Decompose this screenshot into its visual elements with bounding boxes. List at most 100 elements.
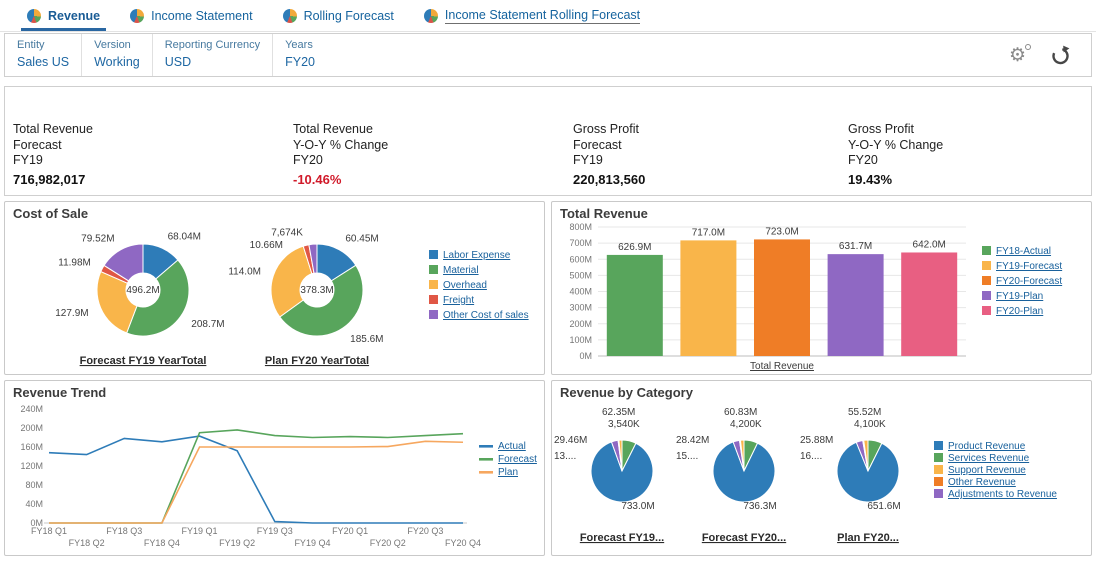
legend-item[interactable]: Plan xyxy=(498,467,518,478)
bar[interactable] xyxy=(680,240,737,356)
kpi-gross-profit-yoy-change[interactable]: Gross Profit Y-O-Y % Change FY20 19.43% xyxy=(848,122,943,187)
legend-item[interactable]: Overhead xyxy=(443,280,487,291)
kpi-title-line: Forecast xyxy=(573,137,622,152)
pov-reporting-currency[interactable]: Reporting Currency USD xyxy=(153,34,274,76)
kpi-title-line: Y-O-Y % Change xyxy=(293,137,389,152)
donut-total-label: 378.3M xyxy=(300,285,333,296)
kpi-value: 716,982,017 xyxy=(13,172,86,187)
legend-item[interactable]: Freight xyxy=(443,295,474,306)
legend-swatch xyxy=(934,465,943,474)
legend-swatch xyxy=(429,295,438,304)
data-label: 60.45M xyxy=(345,233,378,244)
legend-item[interactable]: Labor Expense xyxy=(443,250,511,261)
line-series[interactable] xyxy=(48,435,463,524)
tab-income-statement[interactable]: Income Statement xyxy=(115,0,267,31)
refresh-icon[interactable] xyxy=(1050,45,1071,66)
pov-version[interactable]: Version Working xyxy=(82,34,153,76)
legend-item[interactable]: Product Revenue xyxy=(948,441,1026,452)
legend-swatch xyxy=(479,471,493,474)
kpi-title-line: Total Revenue xyxy=(13,122,93,137)
settings-gear-icon[interactable]: ⚙ xyxy=(1009,43,1032,65)
legend-item[interactable]: Other Cost of sales xyxy=(443,310,529,321)
legend-item[interactable]: FY19-Plan xyxy=(996,291,1043,302)
legend-item[interactable]: Other Revenue xyxy=(948,477,1016,488)
legend-item[interactable]: FY20-Forecast xyxy=(996,276,1062,287)
x-axis-tick-label: FY19 Q3 xyxy=(257,526,293,536)
pie-title-link[interactable]: Forecast FY19... xyxy=(580,532,664,544)
x-axis-tick-label: FY20 Q4 xyxy=(445,538,481,548)
pov-dimension-label: Reporting Currency xyxy=(164,39,261,51)
legend-swatch xyxy=(429,250,438,259)
tab-income-statement-rolling-forecast[interactable]: Income Statement Rolling Forecast xyxy=(409,0,655,31)
data-label: 55.52M xyxy=(848,407,881,418)
pov-entity[interactable]: Entity Sales US xyxy=(5,34,83,76)
panel-title: Revenue Trend xyxy=(13,385,107,400)
data-label: 208.7M xyxy=(191,319,224,330)
line-series[interactable] xyxy=(49,440,464,524)
pov-member-value[interactable]: Sales US xyxy=(17,55,69,69)
data-label: 11.98M xyxy=(58,257,91,268)
pov-years[interactable]: Years FY20 xyxy=(273,34,327,76)
pov-member-value[interactable]: FY20 xyxy=(285,55,315,69)
pov-actions: ⚙ xyxy=(1009,34,1091,76)
data-label: 29.46M xyxy=(554,435,587,446)
kpi-title-line: Y-O-Y % Change xyxy=(848,137,944,152)
pov-member-value[interactable]: Working xyxy=(94,55,140,69)
kpi-total-revenue-forecast[interactable]: Total Revenue Forecast FY19 716,982,017 xyxy=(13,122,93,187)
x-axis-label[interactable]: Total Revenue xyxy=(750,361,814,372)
chart-icon xyxy=(27,8,41,23)
legend-item[interactable]: FY20-Plan xyxy=(996,306,1043,317)
legend-item[interactable]: Forecast xyxy=(498,454,537,465)
y-axis-tick-label: 500M xyxy=(569,270,592,280)
tab-label: Revenue xyxy=(48,8,101,23)
legend-item[interactable]: Actual xyxy=(498,441,526,452)
legend-item[interactable]: Material xyxy=(443,265,479,276)
kpi-title-line: FY20 xyxy=(293,153,323,168)
tab-revenue[interactable]: Revenue xyxy=(12,0,115,31)
data-label: 4,200K xyxy=(730,419,762,430)
pov-member-value[interactable]: USD xyxy=(165,55,260,69)
legend-item[interactable]: Support Revenue xyxy=(948,465,1026,476)
y-axis-tick-label: 240M xyxy=(20,404,43,414)
donut-title-link[interactable]: Forecast FY19 YearTotal xyxy=(80,355,207,367)
x-axis-tick-label: FY19 Q4 xyxy=(294,538,330,548)
data-label: 114.0M xyxy=(228,266,261,277)
legend-item[interactable]: FY18-Actual xyxy=(996,246,1051,257)
legend-swatch xyxy=(429,310,438,319)
tab-rolling-forecast[interactable]: Rolling Forecast xyxy=(268,0,409,31)
bar[interactable] xyxy=(827,254,884,356)
data-label: 651.6M xyxy=(867,501,900,512)
x-axis-tick-label: FY19 Q2 xyxy=(219,538,255,548)
donut-total-label: 496.2M xyxy=(126,285,159,296)
kpi-band: Total Revenue Forecast FY19 716,982,017 … xyxy=(4,86,1092,196)
bar[interactable] xyxy=(606,254,663,356)
kpi-total-revenue-yoy-change[interactable]: Total Revenue Y-O-Y % Change FY20 -10.46… xyxy=(293,122,388,187)
y-axis-tick-label: 100M xyxy=(569,335,592,345)
data-label: 28.42M xyxy=(676,435,709,446)
kpi-title-line: Gross Profit xyxy=(573,122,639,137)
pie-title-link[interactable]: Forecast FY20... xyxy=(702,532,786,544)
legend-item[interactable]: FY19-Forecast xyxy=(996,261,1062,272)
data-label: 79.52M xyxy=(81,233,114,244)
bar[interactable] xyxy=(754,239,810,356)
y-axis-tick-label: 200M xyxy=(20,423,43,433)
y-axis-tick-label: 0M xyxy=(579,351,592,361)
legend-item[interactable]: Adjustments to Revenue xyxy=(948,489,1057,500)
kpi-gross-profit-forecast[interactable]: Gross Profit Forecast FY19 220,813,560 xyxy=(573,122,645,187)
kpi-title-line: FY19 xyxy=(13,153,43,168)
kpi-title-line: Forecast xyxy=(13,137,62,152)
donut-title-link[interactable]: Plan FY20 YearTotal xyxy=(265,355,369,367)
pie-title-link[interactable]: Plan FY20... xyxy=(837,532,899,544)
legend-swatch xyxy=(479,445,493,448)
bar[interactable] xyxy=(901,252,958,356)
kpi-title-line: Total Revenue xyxy=(293,122,373,137)
pov-dimension-label: Entity xyxy=(17,39,45,51)
tab-label: Rolling Forecast xyxy=(303,8,394,23)
cost-of-sale-panel: Cost of Sale 68.04M 208.7M 127.9M 11.98M 79.… xyxy=(4,201,545,375)
legend-item[interactable]: Services Revenue xyxy=(948,453,1030,464)
data-label: 25.88M xyxy=(800,435,833,446)
tab-label: Income Statement xyxy=(151,8,253,23)
x-axis-tick-label: FY18 Q3 xyxy=(106,526,142,536)
legend-swatch xyxy=(982,261,991,270)
legend-swatch xyxy=(982,246,991,255)
